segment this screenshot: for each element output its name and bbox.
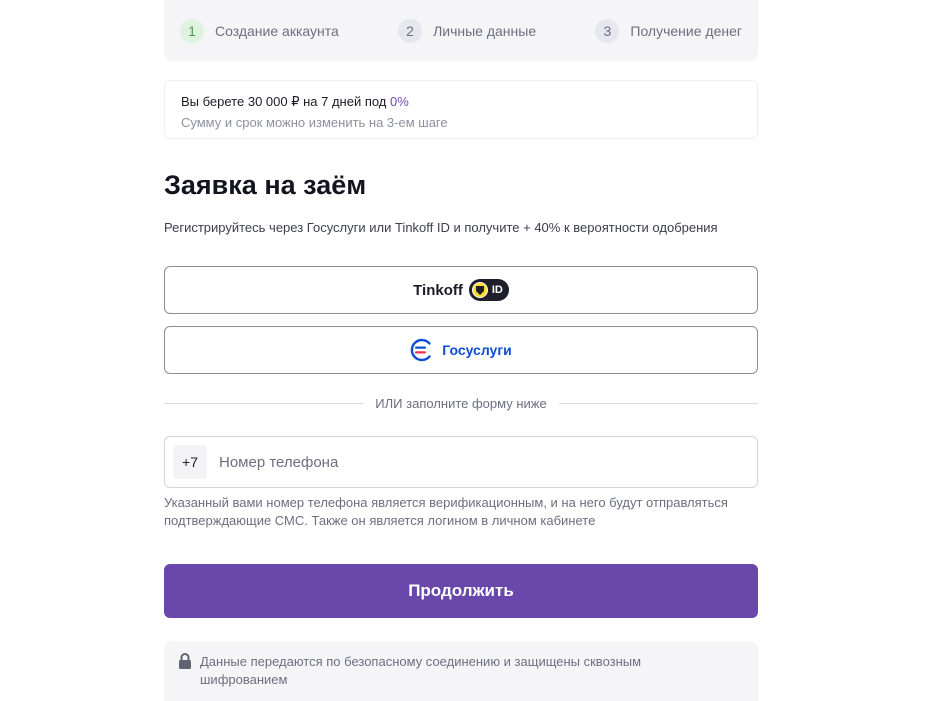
loan-offer-summary: Вы берете 30 000 ₽ на 7 дней под 0% Сумм… [164,80,758,139]
tinkoff-id-badge: ID [468,279,509,301]
lock-icon [179,653,191,669]
gosuslugi-button[interactable]: Госуслуги [164,326,758,374]
offer-amount-text: Вы берете 30 000 ₽ на 7 дней под [181,94,391,109]
page-title: Заявка на заём [164,170,367,200]
tinkoff-id-text: ID [491,284,503,296]
step-number: 2 [398,18,423,43]
gosuslugi-label: Госуслуги [442,342,512,358]
page-subtitle: Регистрируйтесь через Госуслуги или Tink… [164,220,718,235]
phone-hint: Указанный вами номер телефона является в… [164,495,728,528]
continue-button[interactable]: Продолжить [164,564,758,618]
step-personal-data: 2 Личные данные [398,18,537,43]
tinkoff-shield-icon [471,282,488,298]
divider-line [558,402,758,404]
step-number: 1 [180,18,204,43]
divider-line [164,402,364,404]
secure-connection-note: Данные передаются по безопасному соедине… [164,641,758,701]
offer-rate: 0% [390,94,409,109]
tinkoff-label: Tinkoff [413,281,463,299]
step-label: Получение денег [630,22,742,39]
offer-note: Сумму и срок можно изменить на 3-ем шаге [181,115,448,130]
or-divider: ИЛИ заполните форму ниже [164,394,758,412]
phone-field[interactable]: +7 [164,436,758,488]
progress-steps: 1 Создание аккаунта 2 Личные данные 3 По… [164,0,758,61]
step-get-money: 3 Получение денег [595,18,742,43]
offer-text: Вы берете 30 000 ₽ на 7 дней под 0% [181,93,741,110]
gosuslugi-logo-icon [411,338,431,362]
divider-text: ИЛИ заполните форму ниже [375,395,547,411]
step-create-account: 1 Создание аккаунта [180,18,339,43]
step-number: 3 [595,18,620,43]
step-label: Создание аккаунта [215,22,339,39]
secure-note-text: Данные передаются по безопасному соедине… [200,654,642,687]
phone-input[interactable] [217,452,721,472]
step-label: Личные данные [433,22,537,39]
country-code-prefix: +7 [173,445,207,479]
tinkoff-id-button[interactable]: Tinkoff ID [164,266,758,314]
